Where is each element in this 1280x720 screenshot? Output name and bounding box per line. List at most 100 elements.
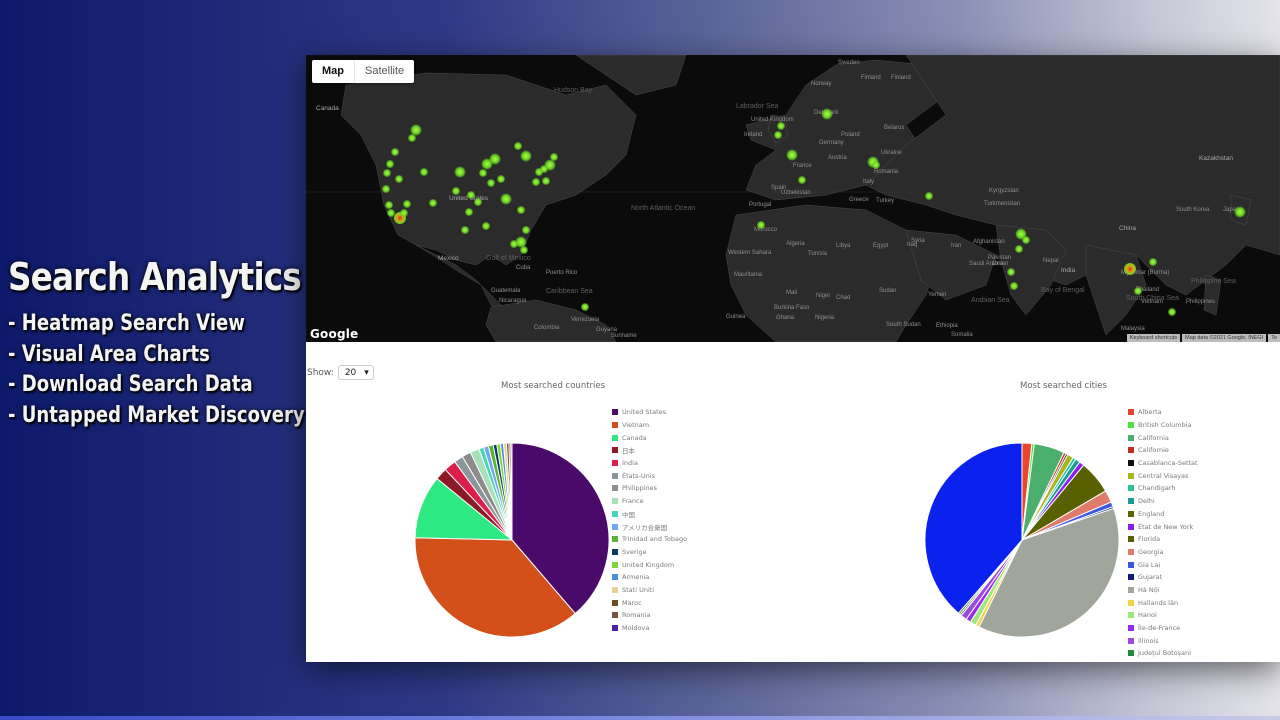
map-label: Gulf of Mexico [486,255,531,262]
heatmap-map[interactable]: Map Satellite Canada Hudson Bay Labrador S… [306,55,1280,342]
legend-item[interactable]: India [612,457,687,470]
legend-label: Moldova [622,624,650,633]
legend-label: Casablanca-Settat [1138,459,1198,468]
legend-item[interactable]: Illinois [1128,634,1198,647]
map-label: Suriname [611,333,637,339]
map-type-map-button[interactable]: Map [312,60,355,83]
map-label: United Kingdom [751,117,794,123]
legend-item[interactable]: Moldova [612,622,687,635]
legend-swatch [612,434,618,441]
heatmap-point [821,108,833,120]
map-label: Algeria [786,241,805,247]
legend-item[interactable]: California [1128,431,1198,444]
heatmap-point [452,187,460,195]
map-label: Caribbean Sea [546,288,593,295]
legend-item[interactable]: United States [612,406,687,419]
legend-item[interactable]: Philippines [612,482,687,495]
legend-item[interactable]: Gia Lai [1128,558,1198,571]
legend-item[interactable]: Alberta [1128,406,1198,419]
map-type-satellite-button[interactable]: Satellite [355,60,414,83]
map-label: Somalia [951,332,973,338]
heatmap-point [500,193,512,205]
heatmap-point [1007,268,1015,276]
map-label: Arabian Sea [971,297,1010,304]
map-label: Oman [992,261,1009,267]
legend-item[interactable]: Central Visayas [1128,469,1198,482]
countries-legend: United States Vietnam Canada 日本 India États-U… [612,406,687,634]
legend-item[interactable]: Canada [612,431,687,444]
show-count-select[interactable]: 20 ▾ [337,365,374,380]
legend-item[interactable]: 中国 [612,508,687,521]
legend-item[interactable]: Hà Nội [1128,584,1198,597]
legend-label: Chandigarh [1138,484,1176,493]
legend-label: Hallands län [1138,598,1179,607]
legend-item[interactable]: United Kingdom [612,558,687,571]
map-label: Libya [836,243,851,249]
legend-item[interactable]: Florida [1128,533,1198,546]
legend-item[interactable]: Stati Uniti [612,584,687,597]
heatmap-point [382,185,390,193]
legend-item[interactable]: État de New York [1128,520,1198,533]
legend-item[interactable]: Casablanca-Settat [1128,457,1198,470]
show-count-value: 20 [344,367,357,378]
heatmap-point [395,175,403,183]
heatmap-point [400,209,408,217]
legend-item[interactable]: Hallands län [1128,596,1198,609]
legend-swatch [612,548,618,555]
legend-label: Alberta [1138,408,1162,417]
legend-item[interactable]: Californie [1128,444,1198,457]
promo-panel: Search Analytics - Heatmap Search View -… [8,255,308,431]
countries-pie-chart[interactable] [412,440,612,640]
google-logo: Google [310,327,359,341]
map-label: South China Sea [1126,295,1179,302]
legend-item[interactable]: アメリカ合衆国 [612,520,687,533]
map-label: Mali [786,290,798,296]
map-label: Ghana [776,315,795,321]
show-count-control: Show: 20 ▾ [307,365,374,380]
promo-feature-item: - Heatmap Search View [8,311,245,336]
map-label: Turkmenistan [984,201,1021,207]
legend-item[interactable]: Sverige [612,546,687,559]
terms-link[interactable]: Te [1268,334,1280,342]
legend-item[interactable]: England [1128,508,1198,521]
legend-item[interactable]: British Columbia [1128,419,1198,432]
cities-chart-title: Most searched cities [1020,381,1107,391]
map-label: Afghanistan [973,239,1005,245]
map-label: Italy [863,179,875,185]
map-label: Portugal [749,202,772,208]
map-label: Tunisia [808,251,828,257]
map-label: Puerto Rico [546,270,578,276]
heatmap-point [420,168,428,176]
legend-item[interactable]: Maroc [612,596,687,609]
legend-swatch [1128,548,1134,555]
legend-item[interactable]: Delhi [1128,495,1198,508]
legend-item[interactable]: Gujarat [1128,571,1198,584]
map-label: Malaysia [1121,326,1145,332]
app-window: Map Satellite Canada Hudson Bay Labrador S… [306,55,1280,662]
legend-swatch [1128,536,1134,543]
legend-item[interactable]: Județul Botoșani [1128,647,1198,660]
legend-item[interactable]: Romania [612,609,687,622]
legend-item[interactable]: Georgia [1128,546,1198,559]
legend-item[interactable]: 日本 [612,444,687,457]
legend-item[interactable]: Trinidad and Tobago [612,533,687,546]
map-label: Sudan [879,288,897,294]
legend-item[interactable]: États-Unis [612,469,687,482]
map-type-control: Map Satellite [312,60,415,83]
legend-item[interactable]: France [612,495,687,508]
heatmap-point [581,303,589,311]
heatmap-point [774,131,782,139]
legend-swatch [1128,434,1134,441]
legend-item[interactable]: Hanoi [1128,609,1198,622]
cities-pie-chart[interactable] [922,440,1122,640]
legend-swatch [612,523,618,530]
map-label: Burkina Faso [774,305,810,311]
heatmap-point [786,149,798,161]
legend-item[interactable]: Île-de-France [1128,622,1198,635]
legend-label: India [622,459,638,468]
legend-item[interactable]: Armenia [612,571,687,584]
legend-item[interactable]: Vietnam [612,419,687,432]
keyboard-shortcuts-link[interactable]: Keyboard shortcuts [1126,334,1181,342]
legend-item[interactable]: Chandigarh [1128,482,1198,495]
map-label: Cuba [516,265,531,271]
